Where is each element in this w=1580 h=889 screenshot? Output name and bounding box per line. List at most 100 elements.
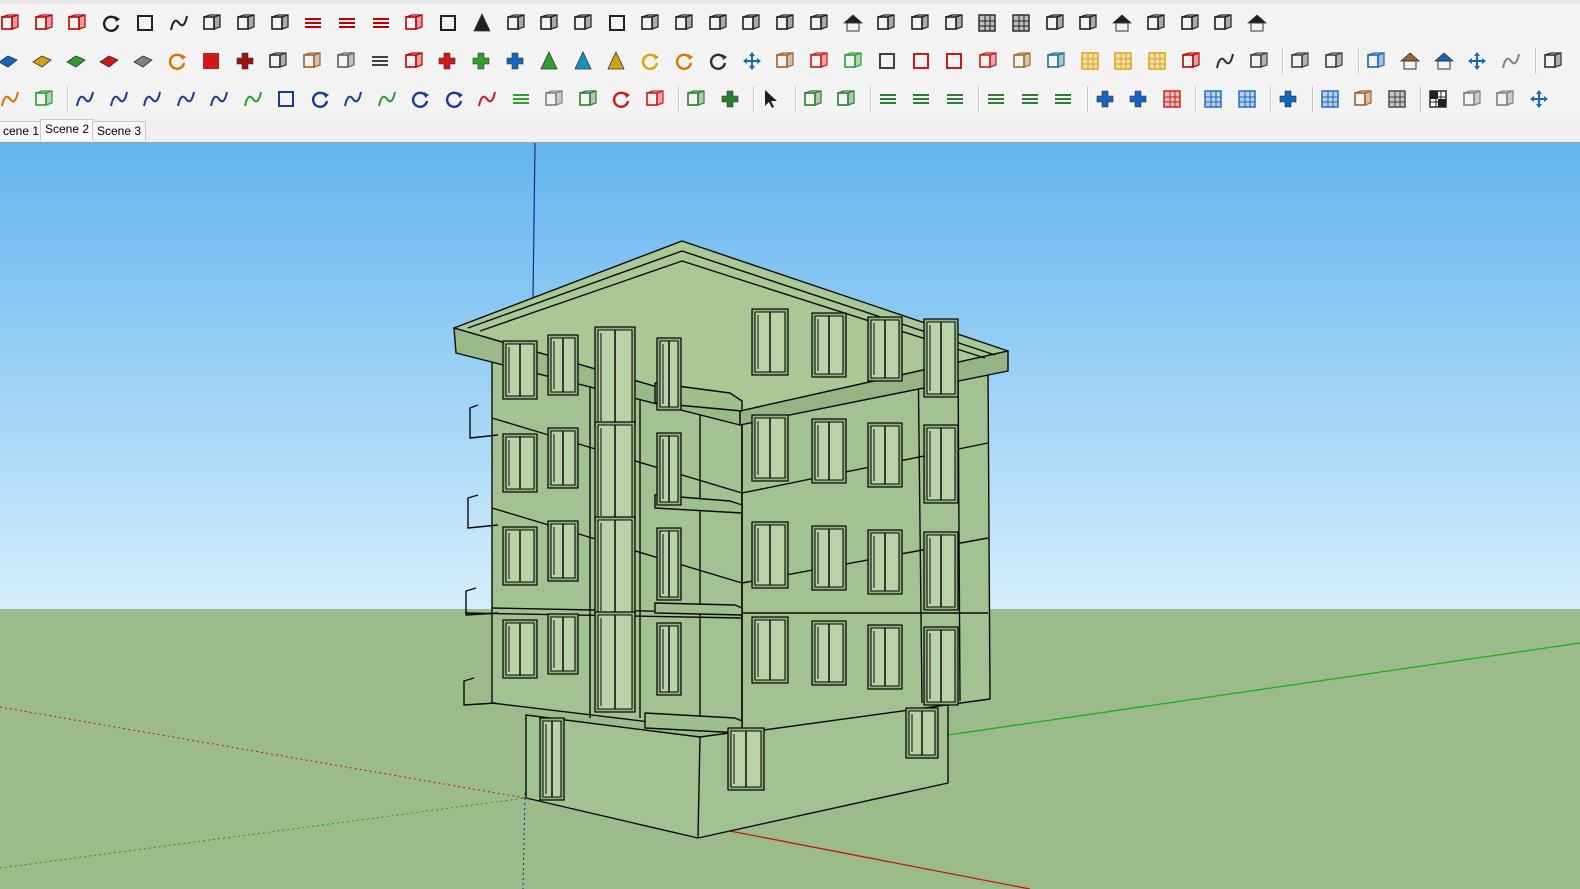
arc-green-icon[interactable] <box>241 87 265 111</box>
spline-icon[interactable] <box>375 87 399 111</box>
dimensions-icon[interactable] <box>0 11 22 35</box>
cubes-icon[interactable] <box>1010 49 1034 73</box>
scene-tab-1[interactable]: cene 1 <box>0 121 45 140</box>
move-icon[interactable] <box>740 49 764 73</box>
grid-box-icon[interactable] <box>1126 87 1150 111</box>
stairs-icon[interactable] <box>672 11 696 35</box>
panel-icon[interactable] <box>605 11 629 35</box>
lines-box-icon[interactable] <box>233 49 257 73</box>
wrench-icon[interactable] <box>576 87 600 111</box>
red-face-icon[interactable] <box>97 49 121 73</box>
red-cross-icon[interactable] <box>435 49 459 73</box>
blue-face-icon[interactable] <box>0 49 20 73</box>
corner-line-icon[interactable] <box>301 11 325 35</box>
freehand-icon[interactable] <box>140 87 164 111</box>
follow-me-icon[interactable] <box>1364 49 1388 73</box>
line-remove-icon[interactable] <box>1051 87 1075 111</box>
arc-icon[interactable] <box>73 87 97 111</box>
tape-measure-icon[interactable] <box>65 11 89 35</box>
bin-icon[interactable] <box>571 11 595 35</box>
rectangle-icon[interactable] <box>274 87 298 111</box>
zigzag-icon[interactable] <box>107 87 131 111</box>
viewport-canvas[interactable] <box>0 143 1580 889</box>
branch-icon[interactable] <box>739 11 763 35</box>
arc-red-icon[interactable] <box>475 87 499 111</box>
hook-curve-icon[interactable] <box>408 87 432 111</box>
angle-red-icon[interactable] <box>643 87 667 111</box>
line-green-icon[interactable] <box>509 87 533 111</box>
terrain-icon[interactable] <box>684 87 708 111</box>
model-viewport[interactable] <box>0 143 1580 889</box>
wave-icon[interactable] <box>174 87 198 111</box>
green-cross-icon[interactable] <box>469 49 493 73</box>
arrow-blue-icon[interactable] <box>1465 49 1489 73</box>
grid-yellow-icon[interactable] <box>1111 49 1135 73</box>
select-cursor-icon[interactable] <box>759 87 783 111</box>
copy-icon[interactable] <box>1460 87 1484 111</box>
cube-icon[interactable] <box>200 11 224 35</box>
search-orange-icon[interactable] <box>0 87 22 111</box>
cross-grid-icon[interactable] <box>1276 87 1300 111</box>
outline-face-icon[interactable] <box>131 49 155 73</box>
shell-icon[interactable] <box>234 11 258 35</box>
circle-red-icon[interactable] <box>609 87 633 111</box>
slab-icon[interactable] <box>908 11 932 35</box>
table-alt-icon[interactable] <box>1235 87 1259 111</box>
branch-alt-icon[interactable] <box>773 11 797 35</box>
diagonal-box-icon[interactable] <box>1093 87 1117 111</box>
shell-dome-icon[interactable] <box>1110 11 1134 35</box>
components-icon[interactable] <box>1247 49 1271 73</box>
polyhedron-icon[interactable] <box>32 87 56 111</box>
grid-wall-icon[interactable] <box>975 11 999 35</box>
node-path-icon[interactable] <box>402 49 426 73</box>
curl-icon[interactable] <box>1499 49 1523 73</box>
dome-icon[interactable] <box>841 11 865 35</box>
triangle-icon[interactable] <box>604 49 628 73</box>
red-square-icon[interactable] <box>199 49 223 73</box>
sandbox-icon[interactable] <box>718 87 742 111</box>
split-icon[interactable] <box>807 11 831 35</box>
roof-icon[interactable] <box>1398 49 1422 73</box>
dotted-curve-icon[interactable] <box>1213 49 1237 73</box>
wall-icon[interactable] <box>942 11 966 35</box>
cone-blue-icon[interactable] <box>571 49 595 73</box>
louver-icon[interactable] <box>1043 11 1067 35</box>
green-face-icon[interactable] <box>64 49 88 73</box>
half-circle-icon[interactable] <box>442 87 466 111</box>
line-split-icon[interactable] <box>984 87 1008 111</box>
sphere-icon[interactable] <box>99 11 123 35</box>
grid-orange-icon[interactable] <box>1078 49 1102 73</box>
arc-blue-icon[interactable] <box>341 87 365 111</box>
grid-fill-icon[interactable] <box>1318 87 1342 111</box>
curve-icon[interactable] <box>167 11 191 35</box>
measure-ruler-icon[interactable] <box>1322 49 1346 73</box>
fan-icon[interactable] <box>1178 11 1202 35</box>
box-red-icon[interactable] <box>909 49 933 73</box>
shrink-icon[interactable] <box>834 87 858 111</box>
arrow-line-icon[interactable] <box>369 11 393 35</box>
hook-icon[interactable] <box>638 49 662 73</box>
box-arrow-icon[interactable] <box>875 49 899 73</box>
cone-green-icon[interactable] <box>537 49 561 73</box>
fan-alt-icon[interactable] <box>1211 11 1235 35</box>
roof-blue-icon[interactable] <box>1432 49 1456 73</box>
box-pair-icon[interactable] <box>942 49 966 73</box>
hatch-icon[interactable] <box>874 11 898 35</box>
blade-icon[interactable] <box>706 11 730 35</box>
refresh-icon[interactable] <box>706 49 730 73</box>
polygon-icon[interactable] <box>542 87 566 111</box>
ribbed-icon[interactable] <box>1144 11 1168 35</box>
columns-icon[interactable] <box>504 11 528 35</box>
box-outline-icon[interactable] <box>133 11 157 35</box>
spiral-icon[interactable] <box>308 87 332 111</box>
sweep-icon[interactable] <box>402 11 426 35</box>
paint-bucket-icon[interactable] <box>32 11 56 35</box>
line-add-icon[interactable] <box>1018 87 1042 111</box>
stairs-outline-icon[interactable] <box>368 49 392 73</box>
scene-tab-3[interactable]: Scene 3 <box>92 121 147 140</box>
leaf-icon[interactable] <box>841 49 865 73</box>
corner-line-alt-icon[interactable] <box>335 11 359 35</box>
barrel-icon[interactable] <box>773 49 797 73</box>
move-blue-icon[interactable] <box>1527 87 1551 111</box>
scatter-icon[interactable] <box>1179 49 1203 73</box>
